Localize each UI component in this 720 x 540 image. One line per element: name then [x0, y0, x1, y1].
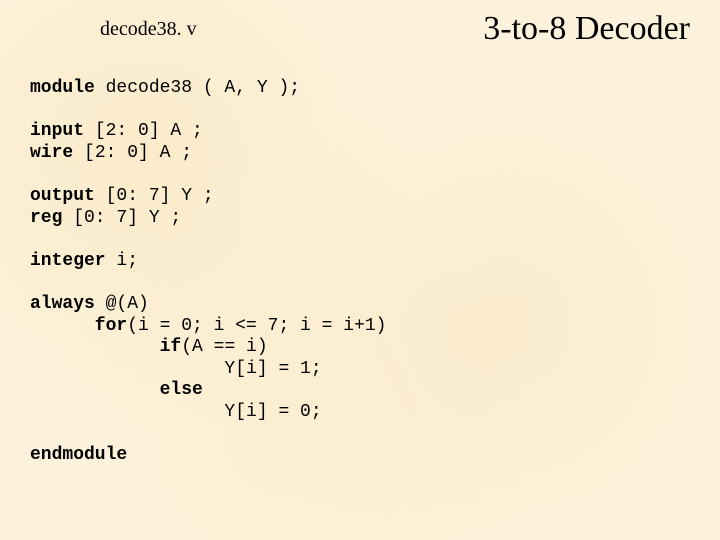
kw-module: module — [30, 78, 95, 98]
code-text: decode38 ( A, Y ); — [95, 78, 300, 98]
kw-reg: reg — [30, 208, 62, 228]
code-text: [0: 7] Y ; — [62, 208, 181, 228]
code-text: @(A) — [95, 294, 149, 314]
code-text: i; — [106, 251, 138, 271]
code-text: [2: 0] A ; — [84, 121, 203, 141]
code-text: (A == i) — [181, 337, 267, 357]
kw-endmodule: endmodule — [30, 445, 127, 465]
filename-label: decode38. v — [100, 18, 197, 41]
kw-output: output — [30, 186, 95, 206]
kw-wire: wire — [30, 143, 73, 163]
code-text: Y[i] = 1; — [30, 359, 322, 379]
kw-integer: integer — [30, 251, 106, 271]
code-text: [2: 0] A ; — [73, 143, 192, 163]
code-text: Y[i] = 0; — [30, 402, 322, 422]
slide-title: 3-to-8 Decoder — [483, 10, 690, 48]
kw-else: else — [30, 380, 203, 400]
kw-always: always — [30, 294, 95, 314]
kw-for: for — [30, 316, 127, 336]
code-text: [0: 7] Y ; — [95, 186, 214, 206]
code-block: module decode38 ( A, Y ); input [2: 0] A… — [30, 78, 386, 467]
kw-input: input — [30, 121, 84, 141]
kw-if: if — [30, 337, 181, 357]
code-text: (i = 0; i <= 7; i = i+1) — [127, 316, 386, 336]
